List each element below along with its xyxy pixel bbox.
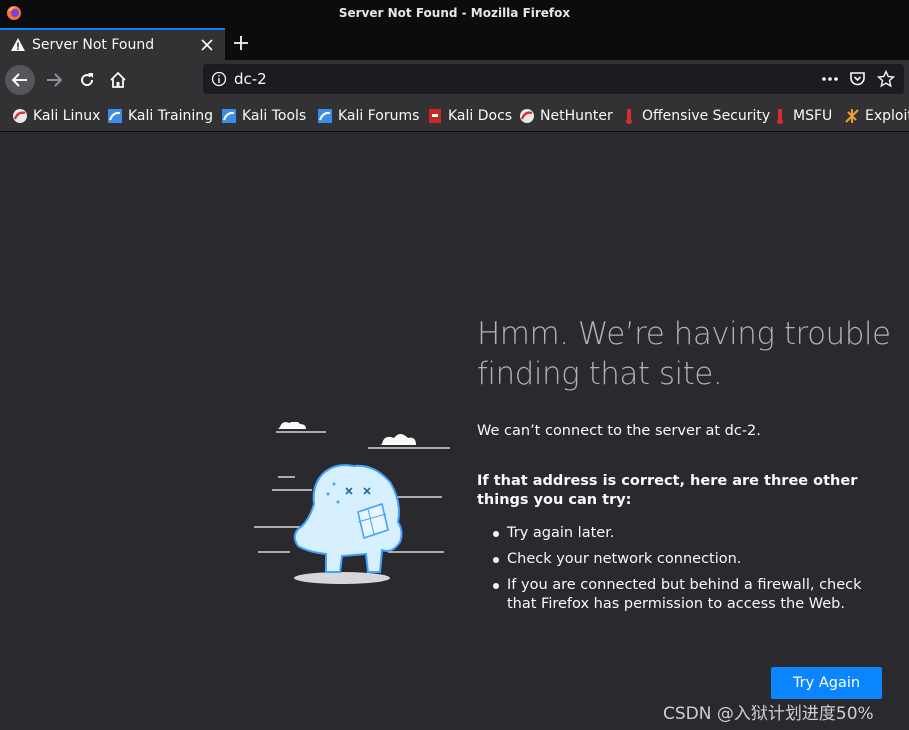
- bookmark-star-icon[interactable]: [877, 70, 895, 88]
- kali-training-icon: [108, 109, 122, 123]
- tab-title: Server Not Found: [32, 37, 155, 53]
- new-tab-icon[interactable]: [232, 34, 250, 52]
- bookmark-kali-tools[interactable]: Kali Tools: [221, 106, 306, 126]
- bookmark-label: Offensive Security: [642, 108, 771, 124]
- bookmarks-toolbar: Kali Linux Kali Training Kali Tools Kali…: [0, 100, 909, 132]
- site-info-icon[interactable]: [211, 71, 227, 87]
- bookmark-kali-forums[interactable]: Kali Forums: [317, 106, 419, 126]
- window-title: Server Not Found - Mozilla Firefox: [338, 6, 571, 20]
- bookmark-label: Kali Tools: [242, 108, 307, 124]
- bookmark-msfu[interactable]: MSFU: [772, 106, 832, 126]
- bookmark-exploit[interactable]: Exploit: [844, 106, 909, 126]
- bookmark-label: Kali Forums: [338, 108, 420, 124]
- kali-docs-icon: [429, 109, 441, 123]
- error-lead-text: We can’t connect to the server at dc-2.: [477, 423, 761, 439]
- firefox-logo-icon: [7, 6, 21, 20]
- bookmark-label: Kali Linux: [33, 108, 101, 124]
- reload-icon: [81, 73, 94, 87]
- back-button[interactable]: [5, 65, 35, 95]
- bookmark-nethunter[interactable]: NetHunter: [519, 106, 613, 126]
- close-tab-icon[interactable]: [199, 37, 215, 53]
- page-actions-icon[interactable]: [820, 71, 840, 87]
- nethunter-icon: [520, 109, 534, 123]
- bookmark-label: Kali Training: [128, 108, 213, 124]
- tab-server-not-found[interactable]: Server Not Found: [0, 28, 225, 60]
- back-arrow-icon: [11, 73, 27, 87]
- tab-strip: Server Not Found: [0, 26, 909, 60]
- forward-button[interactable]: [39, 65, 69, 95]
- bookmark-offensive-security[interactable]: Offensive Security: [621, 106, 770, 126]
- bookmark-label: NetHunter: [540, 108, 613, 124]
- kali-icon: [13, 109, 27, 123]
- exploit-icon: [845, 109, 859, 123]
- warning-icon: [11, 38, 25, 51]
- navigation-toolbar: dc-2: [0, 60, 909, 100]
- bookmark-label: Exploit: [865, 108, 909, 124]
- error-page: Hmm. We’re having trouble finding that s…: [0, 132, 909, 730]
- error-heading: Hmm. We’re having trouble finding that s…: [477, 316, 891, 392]
- home-button[interactable]: [103, 65, 133, 95]
- kali-tools-icon: [222, 109, 236, 123]
- bookmark-label: MSFU: [793, 108, 833, 124]
- url-bar[interactable]: dc-2: [203, 64, 904, 94]
- bookmark-kali-docs[interactable]: Kali Docs: [427, 106, 512, 126]
- bookmark-kali-training[interactable]: Kali Training: [107, 106, 213, 126]
- pocket-icon[interactable]: [849, 71, 866, 87]
- forward-arrow-icon: [47, 73, 63, 87]
- watermark-text: CSDN @入狱计划进度50%: [663, 704, 874, 724]
- url-text[interactable]: dc-2: [234, 70, 267, 88]
- try-again-button[interactable]: Try Again: [771, 667, 882, 699]
- bookmark-kali-linux[interactable]: Kali Linux: [12, 106, 100, 126]
- window-titlebar: Server Not Found - Mozilla Firefox: [0, 0, 909, 26]
- suggestion-item: If you are connected but behind a firewa…: [493, 576, 893, 614]
- msfu-icon: [777, 109, 783, 124]
- reload-button[interactable]: [72, 65, 102, 95]
- lost-dinosaur-illustration: [254, 422, 450, 584]
- home-icon: [110, 71, 126, 88]
- bookmark-label: Kali Docs: [448, 108, 513, 124]
- suggestion-item: Try again later.: [493, 524, 893, 543]
- kali-forums-icon: [318, 109, 332, 123]
- error-suggestions-list: Try again later. Check your network conn…: [493, 524, 893, 621]
- suggestion-item: Check your network connection.: [493, 550, 893, 569]
- offsec-icon: [626, 109, 632, 124]
- error-suggestions-heading: If that address is correct, here are thr…: [477, 473, 858, 508]
